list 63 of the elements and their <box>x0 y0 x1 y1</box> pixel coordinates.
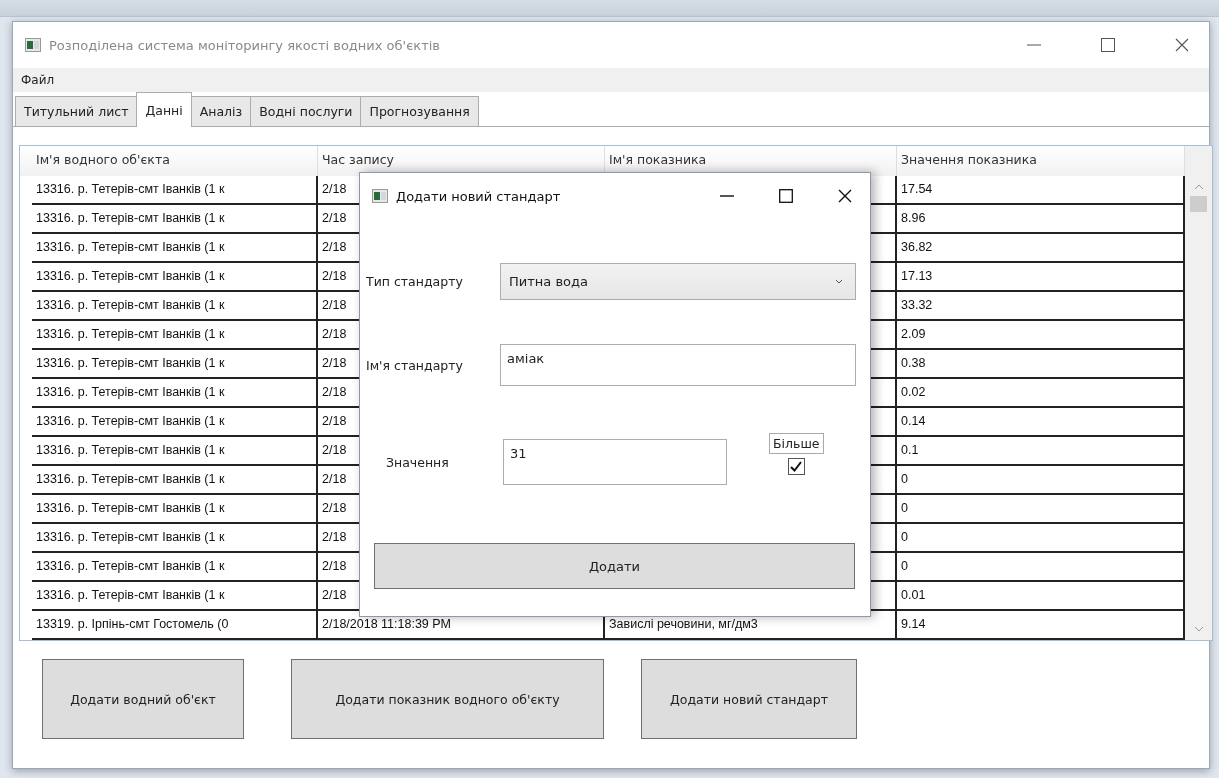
action-button[interactable]: Додати показник водного об'єкту <box>291 659 604 739</box>
table-cell: 0.1 <box>897 437 1185 466</box>
table-cell: 13316. р. Тетерів-смт Іванків (1 к <box>32 466 318 495</box>
app-icon <box>372 189 388 203</box>
chevron-down-icon <box>835 278 843 284</box>
scroll-down-icon[interactable] <box>1193 626 1204 632</box>
table-cell: 13316. р. Тетерів-смт Іванків (1 к <box>32 582 318 611</box>
table-cell: 13316. р. Тетерів-смт Іванків (1 к <box>32 524 318 553</box>
table-cell: 0.01 <box>897 582 1185 611</box>
table-cell: 0 <box>897 524 1185 553</box>
table-cell: 2.09 <box>897 321 1185 350</box>
table-cell: 17.13 <box>897 263 1185 292</box>
table-cell: 0.38 <box>897 350 1185 379</box>
table-cell: 13316. р. Тетерів-смт Іванків (1 к <box>32 321 318 350</box>
table-cell: 13316. р. Тетерів-смт Іванків (1 к <box>32 408 318 437</box>
checkmark-icon <box>790 461 803 472</box>
app-icon <box>25 38 41 52</box>
action-button[interactable]: Додати водний об'єкт <box>42 659 244 739</box>
input-field[interactable]: аміак <box>500 344 856 386</box>
input-field[interactable]: 31 <box>503 439 727 485</box>
field-label: Тип стандарту <box>366 273 464 289</box>
table-cell: 13316. р. Тетерів-смт Іванків (1 к <box>32 379 318 408</box>
menu-item[interactable]: Файл <box>21 73 55 87</box>
table-cell: 13316. р. Тетерів-смт Іванків (1 к <box>32 437 318 466</box>
maximize-icon[interactable] <box>1101 38 1115 52</box>
table-cell: 17.54 <box>897 176 1185 205</box>
dialog-title: Додати новий стандарт <box>396 188 561 204</box>
table-cell: 0.14 <box>897 408 1185 437</box>
checkbox[interactable] <box>787 458 805 475</box>
tab[interactable]: Данні <box>136 92 192 127</box>
table-cell: 13316. р. Тетерів-смт Іванків (1 к <box>32 263 318 292</box>
table-cell: 0 <box>897 495 1185 524</box>
scroll-up-icon[interactable] <box>1193 184 1204 190</box>
standard-type-dropdown[interactable]: Питна вода <box>500 262 856 300</box>
table-cell: 13316. р. Тетерів-смт Іванків (1 к <box>32 176 318 205</box>
table-cell: 13319. р. Ірпінь-смт Гостомель (0 <box>32 611 318 640</box>
table-cell: 0.02 <box>897 379 1185 408</box>
action-button[interactable]: Додати новий стандарт <box>641 659 857 739</box>
scrollbar[interactable] <box>1185 176 1212 640</box>
field-label: Ім'я стандарту <box>366 357 464 373</box>
table-cell: 9.14 <box>897 611 1185 640</box>
table-cell: 36.82 <box>897 234 1185 263</box>
maximize-icon[interactable] <box>779 189 793 203</box>
tab[interactable]: Аналіз <box>190 96 252 126</box>
scroll-thumb[interactable] <box>1190 196 1207 212</box>
table-cell: 13316. р. Тетерів-смт Іванків (1 к <box>32 350 318 379</box>
table-cell: 0 <box>897 553 1185 582</box>
table-cell: 13316. р. Тетерів-смт Іванків (1 к <box>32 234 318 263</box>
table-cell: 13316. р. Тетерів-смт Іванків (1 к <box>32 205 318 234</box>
tab[interactable]: Прогнозування <box>360 96 479 126</box>
table-cell: 8.96 <box>897 205 1185 234</box>
close-icon[interactable] <box>1175 38 1189 52</box>
close-icon[interactable] <box>838 189 852 203</box>
add-button[interactable]: Додати <box>374 543 855 589</box>
window-title: Розподілена система моніторингу якості водних об'єктів <box>49 37 440 53</box>
table-cell: 33.32 <box>897 292 1185 321</box>
tab[interactable]: Титульний лист <box>15 96 138 126</box>
table-cell: 13316. р. Тетерів-смт Іванків (1 к <box>32 495 318 524</box>
table-cell: 13316. р. Тетерів-смт Іванків (1 к <box>32 553 318 582</box>
tab[interactable]: Водні послуги <box>250 96 362 126</box>
table-cell: 13316. р. Тетерів-смт Іванків (1 к <box>32 292 318 321</box>
table-cell: 0 <box>897 466 1185 495</box>
checkbox-label: Більше <box>769 433 824 454</box>
